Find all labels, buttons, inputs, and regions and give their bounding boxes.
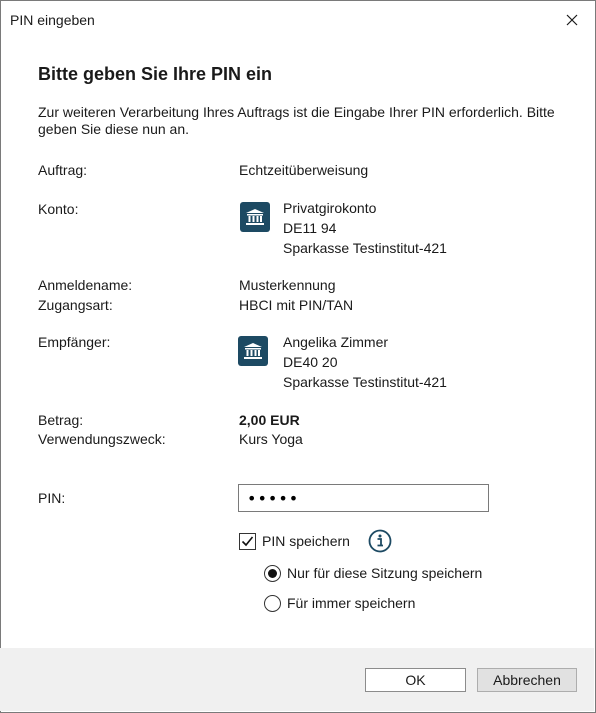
auftrag-label: Auftrag: [38,162,88,178]
save-pin-checkbox[interactable] [239,533,256,550]
radio-forever[interactable] [264,595,281,612]
konto-iban: DE11 94 [283,220,337,236]
ok-button[interactable]: OK [365,668,466,692]
cancel-button[interactable]: Abbrechen [477,668,577,692]
empfaenger-details: Angelika Zimmer DE40 20 Sparkasse Testin… [283,332,447,392]
empfaenger-label: Empfänger: [38,334,111,350]
dialog-heading: Bitte geben Sie Ihre PIN ein [38,64,273,84]
bank-icon [240,202,270,232]
betrag-label: Betrag: [38,412,84,428]
pin-input[interactable] [238,484,489,512]
save-pin-label[interactable]: PIN speichern [262,533,350,549]
title-bar: PIN eingeben [1,1,595,39]
konto-name: Privatgirokonto [283,200,377,216]
anmeldename-label: Anmeldename: [38,277,133,293]
intro-text: Zur weiteren Verarbeitung Ihres Auftrags… [38,104,555,137]
empfaenger-iban: DE40 20 [283,354,338,370]
konto-details: Privatgirokonto DE11 94 Sparkasse Testin… [283,198,447,258]
zugangsart-value: HBCI mit PIN/TAN [239,297,354,313]
radio-forever-label[interactable]: Für immer speichern [287,595,415,611]
close-button[interactable] [551,2,593,38]
verwendungszweck-label: Verwendungszweck: [38,431,166,447]
radio-session[interactable] [264,565,281,582]
empfaenger-name: Angelika Zimmer [283,334,389,350]
bank-icon [238,336,268,366]
pin-label: PIN: [38,490,66,506]
konto-bank: Sparkasse Testinstitut-421 [283,240,447,256]
radio-selected-dot [268,569,277,578]
close-icon [566,14,578,26]
radio-session-label[interactable]: Nur für diese Sitzung speichern [287,565,482,581]
betrag-value: 2,00 EUR [239,412,300,428]
anmeldename-value: Musterkennung [239,277,336,293]
info-icon[interactable] [368,529,392,553]
auftrag-value: Echtzeitüberweisung [239,162,369,178]
verwendungszweck-value: Kurs Yoga [239,431,303,447]
zugangsart-label: Zugangsart: [38,297,113,313]
konto-label: Konto: [38,201,79,217]
window-title: PIN eingeben [10,12,95,28]
checkmark-icon [241,536,254,547]
empfaenger-bank: Sparkasse Testinstitut-421 [283,374,447,390]
